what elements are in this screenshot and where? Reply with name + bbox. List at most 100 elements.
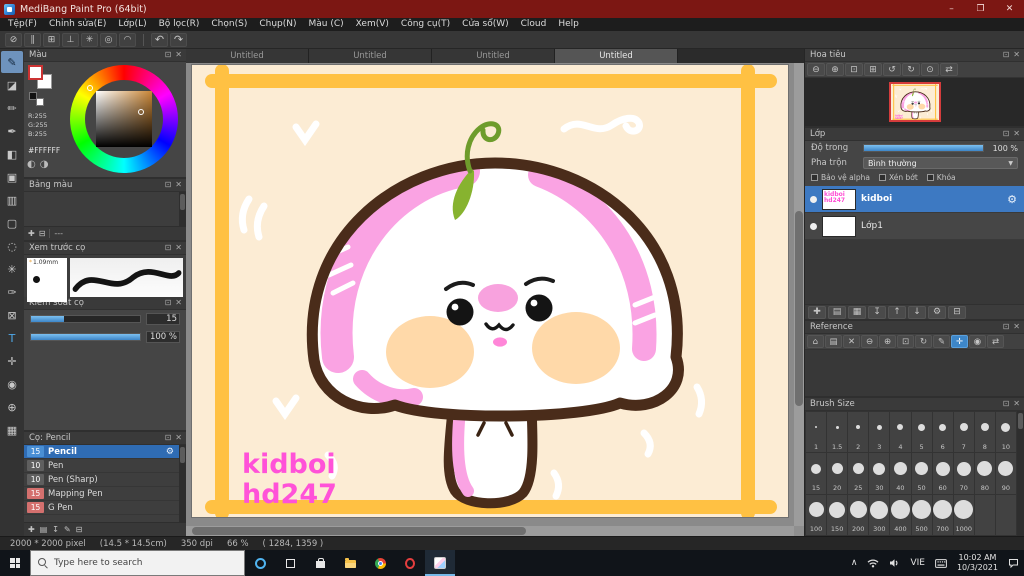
menu-item-help[interactable]: Help bbox=[552, 18, 585, 31]
brush-item-g-pen[interactable]: 15 G Pen bbox=[24, 501, 186, 515]
open-image-icon[interactable]: ▤ bbox=[825, 335, 842, 348]
brush-tool[interactable]: ✎ bbox=[1, 51, 23, 73]
panel-close-icon[interactable]: ✕ bbox=[175, 181, 182, 189]
layer-visibility-dot[interactable] bbox=[810, 222, 817, 230]
brush-size-500[interactable]: 500 bbox=[911, 494, 932, 535]
delete-swatch-icon[interactable]: ⊟ bbox=[39, 229, 46, 238]
menu-item-ch-nh-s-a-e[interactable]: Chỉnh sửa(E) bbox=[43, 18, 112, 31]
panel-popout-icon[interactable]: ⊡ bbox=[165, 244, 172, 252]
taskbar-search[interactable]: Type here to search bbox=[30, 550, 245, 576]
panel-close-icon[interactable]: ✕ bbox=[1013, 323, 1020, 331]
chrome-button[interactable] bbox=[365, 550, 395, 576]
rotate-left-icon[interactable]: ↺ bbox=[883, 63, 901, 76]
brush-settings-icon[interactable]: ⚙ bbox=[166, 447, 174, 457]
canvas-horizontal-scrollbar[interactable] bbox=[186, 526, 794, 536]
new-layer-icon[interactable]: ✚ bbox=[808, 305, 826, 319]
brush-size-150[interactable]: 150 bbox=[827, 494, 848, 535]
curve-snap-icon[interactable]: ◠ bbox=[119, 32, 136, 47]
ref-zoom-in-icon[interactable]: ⊕ bbox=[879, 335, 896, 348]
brush-size-2[interactable]: 2 bbox=[848, 412, 869, 453]
menu-item-b-l-c-r[interactable]: Bộ lọc(R) bbox=[153, 18, 206, 31]
vertical-scroll-thumb[interactable] bbox=[795, 211, 803, 406]
actual-size-icon[interactable]: ⊞ bbox=[864, 63, 882, 76]
file-explorer-button[interactable] bbox=[335, 550, 365, 576]
volume-icon[interactable] bbox=[884, 550, 905, 576]
brush-size-4[interactable]: 4 bbox=[890, 412, 911, 453]
brush-size-100[interactable]: 100 bbox=[806, 494, 827, 535]
brush-size-25[interactable]: 25 bbox=[848, 453, 869, 494]
canvas-artwork[interactable]: kidboi hd247 bbox=[192, 65, 788, 517]
edit-brush-icon[interactable]: ✎ bbox=[64, 525, 71, 534]
layer-visibility-dot[interactable] bbox=[810, 195, 817, 203]
hue-marker[interactable] bbox=[87, 85, 93, 91]
menu-item-ch-p-n[interactable]: Chụp(N) bbox=[253, 18, 302, 31]
tab-untitled-4[interactable]: Untitled bbox=[555, 49, 678, 63]
canvas-vertical-scrollbar[interactable] bbox=[794, 63, 804, 526]
menu-item-c-ng-c-t[interactable]: Công cụ(T) bbox=[395, 18, 456, 31]
brush-size-30[interactable]: 30 bbox=[869, 453, 890, 494]
panel-popout-icon[interactable]: ⊡ bbox=[1003, 400, 1010, 408]
brush-size-300[interactable]: 300 bbox=[869, 494, 890, 535]
horizontal-scroll-thumb[interactable] bbox=[192, 527, 527, 535]
brush-size-1-5[interactable]: 1.5 bbox=[827, 412, 848, 453]
ellipse-snap-icon[interactable]: ◎ bbox=[100, 32, 117, 47]
layer-opacity-slider[interactable] bbox=[863, 144, 984, 152]
close-button[interactable]: ✕ bbox=[995, 0, 1024, 18]
ref-rotate-icon[interactable]: ↻ bbox=[915, 335, 932, 348]
brush-size-1[interactable]: 1 bbox=[806, 412, 827, 453]
brush-size-15[interactable]: 15 bbox=[806, 453, 827, 494]
slider-track[interactable] bbox=[30, 315, 141, 323]
ref-zoom-out-icon[interactable]: ⊖ bbox=[861, 335, 878, 348]
reset-view-icon[interactable]: ⊙ bbox=[921, 63, 939, 76]
saturation-marker[interactable] bbox=[138, 109, 144, 115]
magic-wand-tool[interactable]: ✳ bbox=[1, 258, 23, 280]
panel-popout-icon[interactable]: ⊡ bbox=[1003, 323, 1010, 331]
lasso-tool[interactable]: ◌ bbox=[1, 235, 23, 257]
eraser-tool[interactable]: ◪ bbox=[1, 74, 23, 96]
flip-view-icon[interactable]: ⇄ bbox=[940, 63, 958, 76]
brush-size-200[interactable]: 200 bbox=[848, 494, 869, 535]
brush-size-80[interactable]: 80 bbox=[974, 453, 995, 494]
panel-close-icon[interactable]: ✕ bbox=[175, 51, 182, 59]
tab-untitled-1[interactable]: Untitled bbox=[186, 49, 309, 63]
select-eraser-tool[interactable]: ⊠ bbox=[1, 304, 23, 326]
snap-off-icon[interactable]: ⊘ bbox=[5, 32, 22, 47]
brush-size-50[interactable]: 50 bbox=[911, 453, 932, 494]
tray-expand-button[interactable]: ∧ bbox=[846, 550, 863, 576]
text-tool[interactable]: T bbox=[1, 327, 23, 349]
brush-size-40[interactable]: 40 bbox=[890, 453, 911, 494]
menu-item-xem-v[interactable]: Xem(V) bbox=[350, 18, 395, 31]
new-folder-icon[interactable]: ▤ bbox=[828, 305, 846, 319]
panel-close-icon[interactable]: ✕ bbox=[175, 244, 182, 252]
pen-tool[interactable]: ✏ bbox=[1, 97, 23, 119]
color-wheel-mode-icon[interactable]: ◐ bbox=[27, 159, 36, 170]
zoom-tool[interactable]: ⊕ bbox=[1, 396, 23, 418]
undo-icon[interactable]: ↶ bbox=[151, 32, 168, 47]
select-pen-tool[interactable]: ✑ bbox=[1, 281, 23, 303]
menu-item-ch-n-s[interactable]: Chọn(S) bbox=[205, 18, 253, 31]
merge-layer-icon[interactable]: ↧ bbox=[868, 305, 886, 319]
panel-popout-icon[interactable]: ⊡ bbox=[165, 299, 172, 307]
duplicate-layer-icon[interactable]: ▦ bbox=[848, 305, 866, 319]
palette-body[interactable] bbox=[24, 192, 186, 226]
zoom-in-icon[interactable]: ⊕ bbox=[826, 63, 844, 76]
language-indicator[interactable]: VIE bbox=[905, 550, 930, 576]
checkbox-x-n-b-t[interactable]: Xén bớt bbox=[878, 173, 918, 182]
gradient-tool[interactable]: ▥ bbox=[1, 189, 23, 211]
new-brush-icon[interactable]: ✚ bbox=[28, 525, 35, 534]
brush-size-1000[interactable]: 1000 bbox=[953, 494, 974, 535]
panel-popout-icon[interactable]: ⊡ bbox=[1003, 130, 1010, 138]
panel-close-icon[interactable]: ✕ bbox=[175, 434, 182, 442]
opera-button[interactable] bbox=[395, 550, 425, 576]
panel-popout-icon[interactable]: ⊡ bbox=[1003, 51, 1010, 59]
menu-item-m-u-c[interactable]: Màu (C) bbox=[303, 18, 350, 31]
wifi-icon[interactable] bbox=[862, 550, 884, 576]
menu-item-c-a-s-w[interactable]: Cửa sổ(W) bbox=[456, 18, 514, 31]
cortana-button[interactable] bbox=[245, 550, 275, 576]
brush-size-20[interactable]: 20 bbox=[827, 453, 848, 494]
rotate-right-icon[interactable]: ↻ bbox=[902, 63, 920, 76]
layer-row-kidboi[interactable]: kidboi hd247 kidboi ⚙ bbox=[805, 186, 1024, 213]
panel-close-icon[interactable]: ✕ bbox=[1013, 130, 1020, 138]
brush-size-10[interactable]: 10 bbox=[995, 412, 1016, 453]
brush-size-7[interactable]: 7 bbox=[953, 412, 974, 453]
